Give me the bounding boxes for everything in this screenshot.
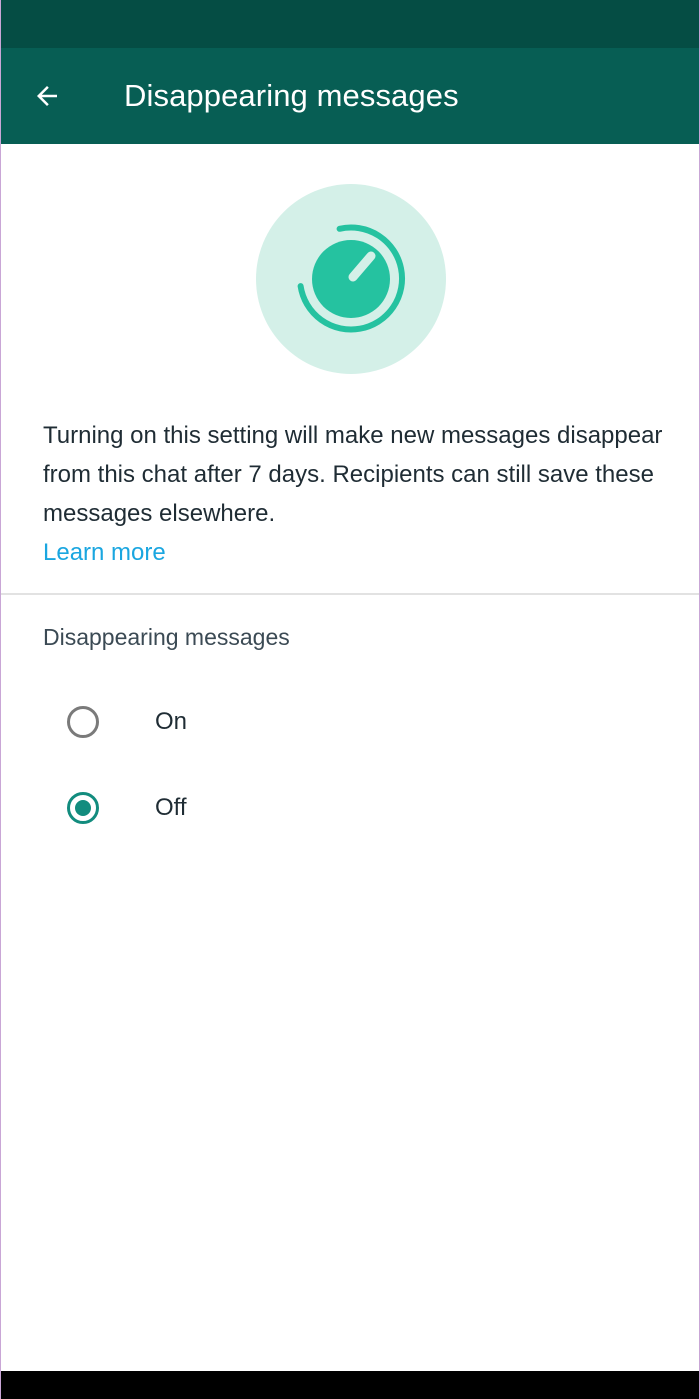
arrow-left-icon (37, 86, 57, 106)
description-text: Turning on this setting will make new me… (43, 422, 663, 527)
hero-illustration (256, 184, 446, 374)
learn-more-link[interactable]: Learn more (43, 533, 166, 572)
divider (1, 593, 699, 595)
app-bar: Disappearing messages (1, 48, 699, 144)
radio-on[interactable] (67, 706, 99, 738)
page-title: Disappearing messages (124, 78, 459, 113)
description: Turning on this setting will make new me… (43, 416, 663, 572)
section-title: Disappearing messages (43, 624, 290, 650)
status-bar (1, 0, 699, 48)
navigation-bar (1, 1371, 699, 1399)
timer-icon (297, 224, 406, 333)
option-off[interactable]: Off (43, 773, 643, 843)
option-label-off: Off (155, 794, 187, 821)
back-button[interactable] (23, 72, 71, 120)
radio-off[interactable] (67, 792, 99, 824)
option-on[interactable]: On (43, 687, 643, 757)
option-label-on: On (155, 708, 188, 735)
